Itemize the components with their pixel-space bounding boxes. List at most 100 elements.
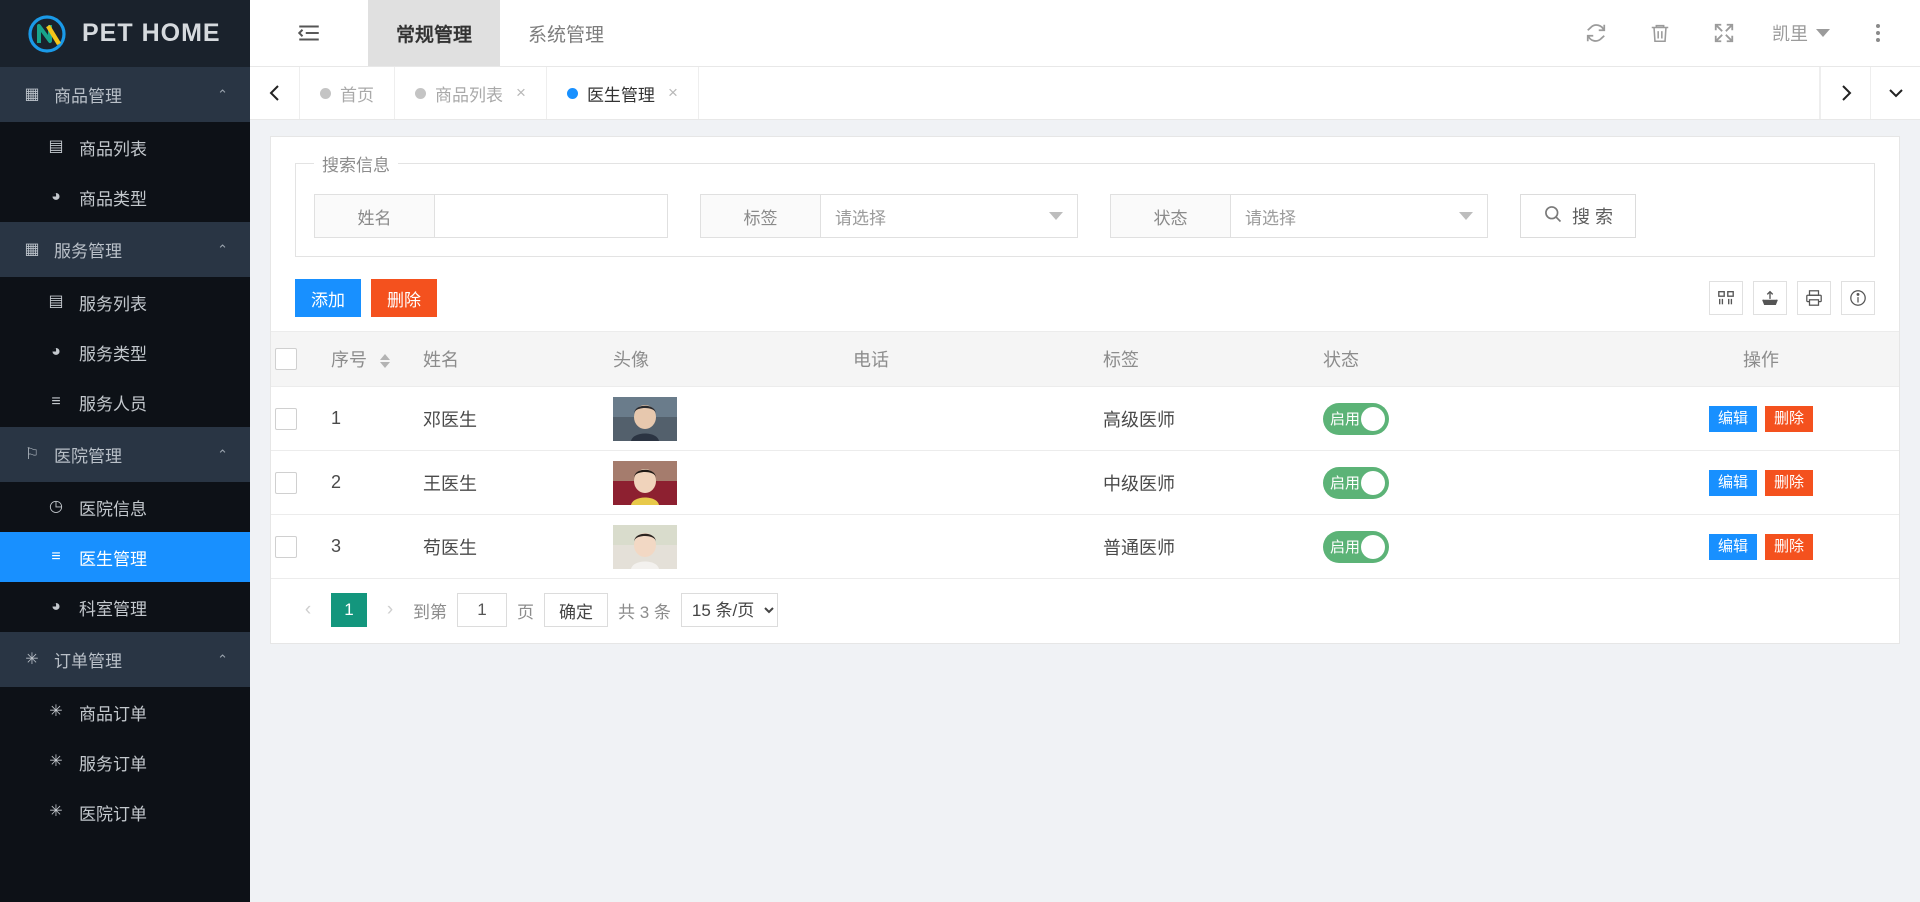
- status-toggle[interactable]: 启用: [1323, 402, 1389, 435]
- tabs-dropdown-button[interactable]: [1870, 67, 1920, 119]
- close-icon[interactable]: ×: [668, 83, 678, 103]
- row-phone-cell: [849, 514, 1099, 579]
- menu-icon: ≡: [51, 393, 61, 410]
- sidebar-item-2-2[interactable]: ◕ 科室管理: [0, 582, 250, 632]
- page-prev-button[interactable]: ‹: [295, 594, 321, 626]
- sidebar-item-label: 商品列表: [79, 139, 147, 159]
- row-delete-button[interactable]: 删除: [1765, 469, 1814, 496]
- sidebar-group-3[interactable]: ✳ 订单管理 ⌃: [0, 632, 250, 687]
- refresh-icon[interactable]: [1564, 0, 1628, 67]
- page-size-select[interactable]: 15 条/页: [680, 593, 778, 627]
- status-toggle[interactable]: 启用: [1323, 530, 1389, 563]
- toggle-knob: [1361, 534, 1385, 559]
- sidebar-item-label: 服务类型: [79, 344, 147, 364]
- chevron-up-icon: ⌃: [217, 86, 228, 102]
- row-actions-cell: 编辑 删除: [1619, 386, 1899, 451]
- chevron-up-icon: ⌃: [217, 651, 228, 667]
- row-name: 王医生: [419, 450, 609, 515]
- row-actions-cell: 编辑 删除: [1619, 514, 1899, 579]
- row-delete-button[interactable]: 删除: [1765, 405, 1814, 432]
- close-icon[interactable]: ×: [516, 83, 526, 103]
- tab-status-dot: [566, 87, 578, 99]
- col-index[interactable]: 序号: [327, 331, 419, 387]
- sidebar-item-0-0[interactable]: ▤ 商品列表: [0, 122, 250, 172]
- sidebar-item-label: 服务人员: [79, 394, 147, 414]
- top-nav-tab-1[interactable]: 系统管理: [500, 0, 632, 66]
- tag-label: 标签: [701, 195, 821, 237]
- status-toggle[interactable]: 启用: [1323, 466, 1389, 499]
- sidebar-group-0[interactable]: ▦ 商品管理 ⌃: [0, 67, 250, 122]
- app-root: PET HOME ▦ 商品管理 ⌃ ▤ 商品列表 ◕ 商品类型 ▦ 服务管理 ⌃ ▤ 服务列表 ◕ 服务类…: [0, 0, 1920, 902]
- add-button[interactable]: 添加: [295, 279, 361, 317]
- search-panel: 搜索信息 姓名 标签 请选择 状态 请选择 搜 索: [271, 137, 1899, 279]
- delete-button[interactable]: 删除: [371, 279, 437, 317]
- search-icon: [1543, 204, 1563, 229]
- row-delete-button[interactable]: 删除: [1765, 533, 1814, 560]
- page-tab-0[interactable]: 首页: [300, 67, 395, 119]
- toggle-knob: [1361, 470, 1385, 495]
- sidebar-item-3-2[interactable]: ✳ 医院订单: [0, 787, 250, 837]
- doctor-avatar-image: [613, 524, 849, 569]
- goto-confirm-button[interactable]: 确定: [544, 593, 608, 627]
- sort-icon[interactable]: [380, 354, 391, 369]
- status-select-value: 请选择: [1245, 208, 1296, 228]
- table-row: 1 邓医生 高级医师 启用 编辑 删除: [271, 386, 1899, 451]
- sidebar-item-3-1[interactable]: ✳ 服务订单: [0, 737, 250, 787]
- sidebar-item-3-0[interactable]: ✳ 商品订单: [0, 687, 250, 737]
- sidebar-item-0-1[interactable]: ◕ 商品类型: [0, 172, 250, 222]
- row-phone-cell: [849, 450, 1099, 515]
- list-icon: ▤: [48, 138, 64, 155]
- row-name: 苟医生: [419, 514, 609, 579]
- row-avatar-cell: [609, 386, 849, 451]
- col-tag: 标签: [1099, 331, 1319, 387]
- more-vertical-icon[interactable]: [1846, 0, 1910, 67]
- tag-select[interactable]: 请选择: [821, 195, 1077, 237]
- status-select[interactable]: 请选择: [1231, 195, 1487, 237]
- sidebar-item-1-0[interactable]: ▤ 服务列表: [0, 277, 250, 327]
- row-phone-cell: [849, 386, 1099, 451]
- row-avatar-cell: [609, 450, 849, 515]
- page-tab-2[interactable]: 医生管理 ×: [547, 67, 699, 119]
- page-number-1[interactable]: 1: [331, 593, 367, 627]
- edit-button[interactable]: 编辑: [1708, 405, 1757, 432]
- trash-icon[interactable]: [1628, 0, 1692, 67]
- goto-page-input[interactable]: [457, 593, 507, 627]
- export-icon[interactable]: [1753, 281, 1787, 315]
- edit-button[interactable]: 编辑: [1708, 469, 1757, 496]
- row-checkbox[interactable]: [275, 535, 297, 558]
- tabs-scroll-right-button[interactable]: [1820, 67, 1870, 119]
- sidebar-item-2-1[interactable]: ≡ 医生管理: [0, 532, 250, 582]
- page-tab-1[interactable]: 商品列表 ×: [395, 67, 547, 119]
- asterisk-icon: ✳: [25, 650, 39, 668]
- doctor-avatar-image: [613, 460, 849, 505]
- top-nav-tab-0[interactable]: 常规管理: [368, 0, 501, 66]
- user-menu[interactable]: 凯里: [1756, 20, 1846, 46]
- select-all-checkbox[interactable]: [275, 348, 297, 371]
- info-icon[interactable]: [1841, 281, 1875, 315]
- col-phone: 电话: [849, 331, 1099, 387]
- columns-icon[interactable]: [1709, 281, 1743, 315]
- search-fieldset: 搜索信息 姓名 标签 请选择 状态 请选择 搜 索: [295, 151, 1875, 257]
- sidebar-group-2[interactable]: ⚐ 医院管理 ⌃: [0, 427, 250, 482]
- tabs-scroll-left-button[interactable]: [250, 67, 300, 119]
- edit-button[interactable]: 编辑: [1708, 533, 1757, 560]
- top-bar: 常规管理 系统管理 凯里: [250, 0, 1920, 67]
- doctors-table: 序号 姓名 头像 电话 标签 状态 操作 1 邓医生 高级医师 启用 编辑 删除 2 王医生中…: [271, 331, 1899, 579]
- menu-fold-icon[interactable]: [250, 0, 368, 66]
- table-row: 2 王医生 中级医师 启用 编辑 删除: [271, 450, 1899, 515]
- search-button[interactable]: 搜 索: [1520, 194, 1637, 238]
- sidebar-item-2-0[interactable]: ◷ 医院信息: [0, 482, 250, 532]
- page-tab-label: 商品列表: [435, 85, 503, 105]
- sidebar-item-1-1[interactable]: ◕ 服务类型: [0, 327, 250, 377]
- search-name-input[interactable]: [435, 195, 667, 237]
- sidebar-group-body-0: ▤ 商品列表 ◕ 商品类型: [0, 122, 250, 222]
- print-icon[interactable]: [1797, 281, 1831, 315]
- row-checkbox[interactable]: [275, 407, 297, 430]
- page-next-button[interactable]: ›: [377, 594, 403, 626]
- sidebar-item-label: 医院订单: [79, 804, 147, 824]
- sidebar-group-1[interactable]: ▦ 服务管理 ⌃: [0, 222, 250, 277]
- menu-icon: ≡: [51, 548, 61, 565]
- fullscreen-icon[interactable]: [1692, 0, 1756, 67]
- row-checkbox[interactable]: [275, 471, 297, 494]
- sidebar-item-1-2[interactable]: ≡ 服务人员: [0, 377, 250, 427]
